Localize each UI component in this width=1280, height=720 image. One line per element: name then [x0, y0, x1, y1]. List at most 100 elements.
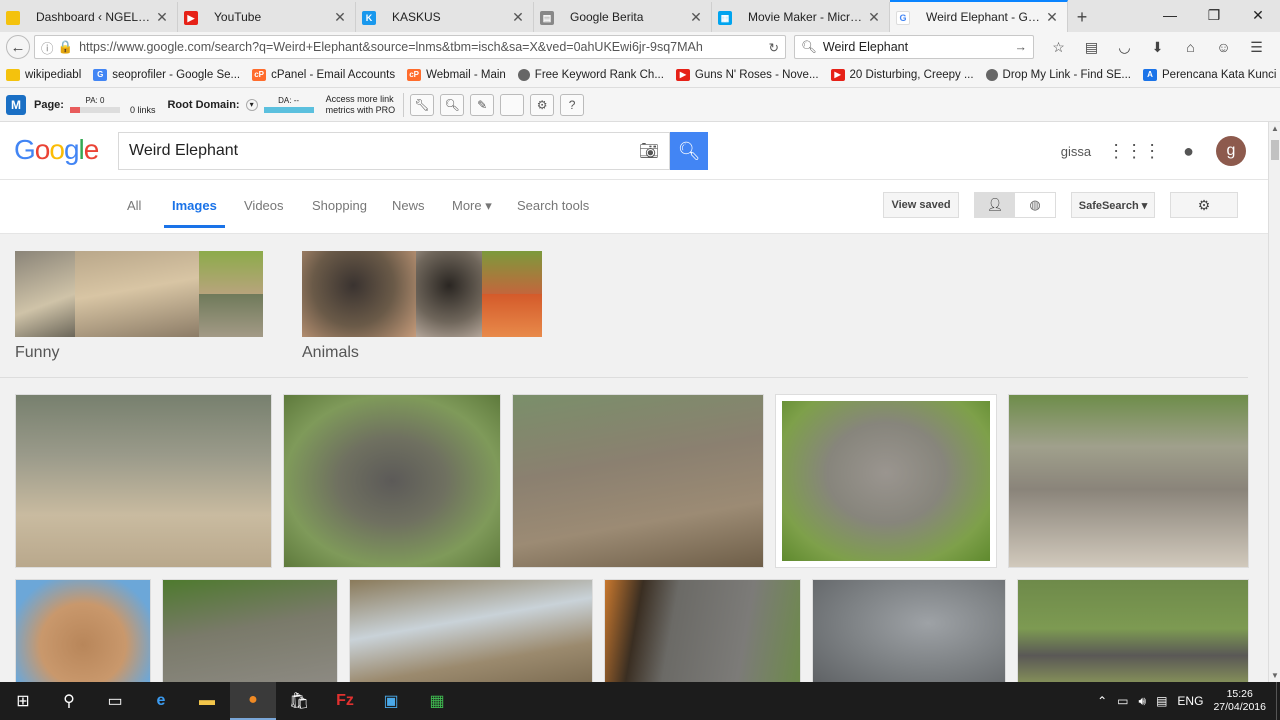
chat-icon[interactable]: ☺	[1207, 39, 1240, 56]
tab-images[interactable]: Images	[164, 198, 225, 228]
safesearch-button[interactable]: SafeSearch ▾	[1071, 192, 1155, 218]
close-tab-icon[interactable]: ✕	[511, 9, 525, 26]
url-bar[interactable]: ⓘ 🔒 https://www.google.com/search?q=Weir…	[34, 35, 786, 59]
view-saved-button[interactable]: View saved	[883, 192, 959, 218]
bookmark-star-icon[interactable]: ☆	[1042, 39, 1075, 56]
bookmark-item[interactable]: cP Webmail - Main	[407, 68, 506, 81]
reading-list-icon[interactable]: ▤	[1075, 39, 1108, 56]
reload-icon[interactable]: ↻	[769, 40, 779, 55]
pro-message[interactable]: Access more link metrics with PRO	[326, 94, 396, 116]
close-window-icon[interactable]: ✕	[1236, 0, 1280, 30]
language-indicator[interactable]: ENG	[1177, 694, 1203, 708]
search-icon[interactable]: ⚲	[46, 682, 92, 720]
person-icon[interactable]: 👤︎	[975, 193, 1015, 217]
avatar[interactable]: g	[1216, 136, 1246, 166]
scrollbar-thumb[interactable]	[1271, 140, 1279, 160]
chart-app-icon[interactable]: ▦	[414, 682, 460, 720]
volume-icon[interactable]: 🔊︎	[1139, 694, 1147, 709]
help-icon[interactable]: ?	[560, 93, 585, 116]
close-tab-icon[interactable]: ✕	[155, 9, 169, 26]
apps-grid-icon[interactable]: ⋮⋮⋮	[1107, 141, 1161, 162]
pencil-icon[interactable]: ✎	[470, 93, 495, 116]
globe-icon[interactable]: ◍	[1015, 193, 1055, 217]
search-button[interactable]: 🔍︎	[670, 132, 708, 170]
bookmark-item[interactable]: Drop My Link - Find SE...	[985, 68, 1131, 81]
browser-search-input[interactable]: 🔍︎ Weird Elephant →	[794, 35, 1034, 59]
windows-start-icon[interactable]: ⊞	[0, 682, 46, 720]
filezilla-icon[interactable]: Fz	[322, 682, 368, 720]
collection-label-funny[interactable]: Funny	[15, 344, 59, 362]
scroll-down-icon[interactable]: ▼	[1271, 671, 1279, 680]
google-search-input[interactable]: Weird Elephant 📷︎	[118, 132, 670, 170]
firefox-icon[interactable]: ●	[230, 682, 276, 720]
app-window-icon[interactable]: ▣	[368, 682, 414, 720]
action-center-icon[interactable]: ▤	[1156, 694, 1167, 708]
tab-all[interactable]: All	[127, 198, 141, 213]
bookmark-item[interactable]: cP cPanel - Email Accounts	[252, 68, 395, 81]
image-result[interactable]	[283, 394, 501, 568]
magnifier-icon[interactable]: 🔍︎	[440, 93, 465, 116]
wrench-icon[interactable]: 🔧︎	[410, 93, 435, 116]
file-explorer-icon[interactable]: ▬	[184, 682, 230, 720]
user-name[interactable]: gissa	[1061, 144, 1091, 159]
close-tab-icon[interactable]: ✕	[333, 9, 347, 26]
tab-dashboard[interactable]: Dashboard ‹ NGELAG... ✕	[0, 2, 178, 32]
moz-logo-icon[interactable]: M	[6, 94, 26, 115]
pocket-icon[interactable]: ◡	[1108, 39, 1141, 56]
menu-icon[interactable]: ☰	[1240, 39, 1273, 56]
image-result[interactable]	[775, 394, 997, 568]
blank-tool-icon[interactable]	[500, 93, 525, 116]
image-result[interactable]	[512, 394, 764, 568]
close-tab-icon[interactable]: ✕	[1045, 9, 1059, 26]
tray-expand-icon[interactable]: ⌃	[1097, 694, 1107, 708]
tab-videos[interactable]: Videos	[244, 198, 284, 213]
bookmark-item[interactable]: A Perencana Kata Kunci ...	[1143, 68, 1280, 81]
network-icon[interactable]: ▭	[1117, 694, 1128, 708]
chevron-down-icon[interactable]: ▾	[245, 98, 258, 111]
image-result[interactable]	[604, 579, 801, 682]
store-icon[interactable]: 🛍︎	[276, 682, 322, 720]
home-icon[interactable]: ⌂	[1174, 39, 1207, 56]
gear-icon[interactable]: ⚙	[530, 93, 555, 116]
tab-google-berita[interactable]: ▤ Google Berita ✕	[534, 2, 712, 32]
bookmark-item[interactable]: wikipediabl	[6, 68, 81, 81]
close-tab-icon[interactable]: ✕	[867, 9, 881, 26]
camera-icon[interactable]: 📷︎	[639, 141, 659, 161]
collection-funny[interactable]	[15, 251, 265, 337]
tab-weird-elephant[interactable]: G Weird Elephant - Goo... ✕	[890, 0, 1068, 32]
image-result[interactable]	[349, 579, 593, 682]
image-result[interactable]	[15, 579, 151, 682]
image-result[interactable]	[1017, 579, 1249, 682]
bookmark-item[interactable]: ▶ Guns N' Roses - Nove...	[675, 68, 819, 81]
maximize-icon[interactable]: ❐	[1192, 0, 1236, 30]
notifications-icon[interactable]	[1276, 682, 1280, 720]
image-result[interactable]	[15, 394, 272, 568]
image-result[interactable]	[812, 579, 1006, 682]
google-logo[interactable]: Google	[14, 134, 99, 166]
notifications-icon[interactable]: ●	[1183, 141, 1194, 162]
info-icon[interactable]: ⓘ	[41, 38, 54, 57]
scroll-up-icon[interactable]: ▲	[1271, 124, 1279, 133]
new-tab-button[interactable]: +	[1068, 2, 1096, 32]
tab-shopping[interactable]: Shopping	[312, 198, 367, 213]
image-result[interactable]	[1008, 394, 1249, 568]
collection-animals[interactable]	[302, 251, 552, 337]
tab-movie-maker[interactable]: ▦ Movie Maker - Micros... ✕	[712, 2, 890, 32]
close-tab-icon[interactable]: ✕	[689, 9, 703, 26]
bookmark-item[interactable]: Gseoprofiler - Google Se...	[93, 68, 240, 81]
back-button[interactable]: ←	[6, 35, 30, 59]
settings-gear-icon[interactable]: ⚙	[1170, 192, 1238, 218]
tab-more[interactable]: More ▾	[452, 198, 492, 214]
task-view-icon[interactable]: ▭	[92, 682, 138, 720]
go-arrow-icon[interactable]: →	[1015, 40, 1028, 54]
tab-search-tools[interactable]: Search tools	[517, 198, 589, 213]
bookmark-item[interactable]: ▶ 20 Disturbing, Creepy ...	[830, 68, 974, 81]
tab-youtube[interactable]: ▶ YouTube ✕	[178, 2, 356, 32]
tab-kaskus[interactable]: K KASKUS ✕	[356, 2, 534, 32]
image-result[interactable]	[162, 579, 338, 682]
edge-browser-icon[interactable]: e	[138, 682, 184, 720]
bookmark-item[interactable]: Free Keyword Rank Ch...	[517, 68, 664, 81]
page-scrollbar[interactable]: ▲ ▼	[1268, 122, 1280, 682]
download-icon[interactable]: ⬇	[1141, 39, 1174, 56]
clock[interactable]: 15:26 27/04/2016	[1213, 688, 1266, 714]
